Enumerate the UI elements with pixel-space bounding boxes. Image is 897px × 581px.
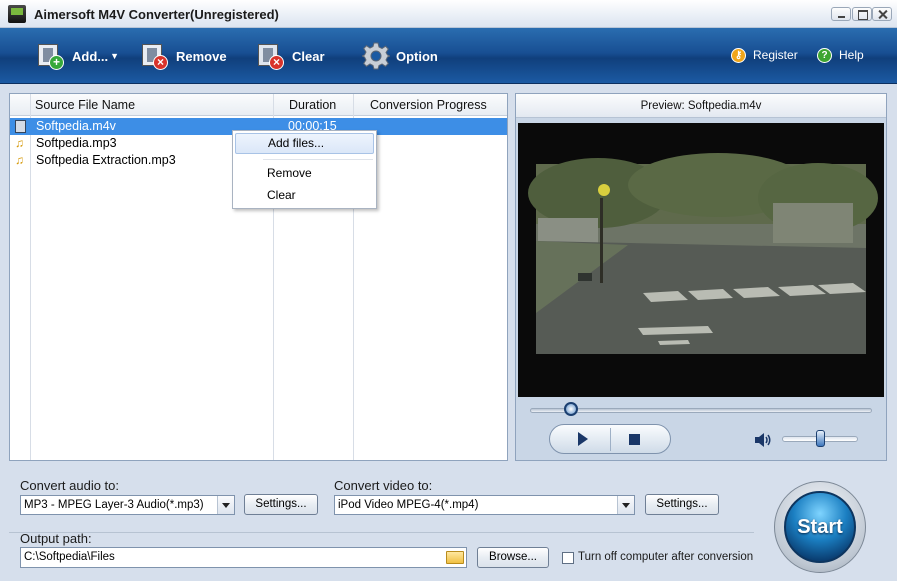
- maximize-button[interactable]: [852, 7, 872, 21]
- column-header-name[interactable]: Source File Name: [35, 98, 135, 112]
- conversion-settings: Convert audio to: MP3 - MPEG Layer-3 Aud…: [9, 469, 887, 575]
- option-button[interactable]: Option: [360, 40, 438, 72]
- minimize-button[interactable]: [831, 7, 851, 21]
- output-path-label: Output path:: [20, 531, 92, 546]
- help-label: Help: [839, 48, 864, 62]
- audio-file-icon: ♫: [15, 153, 24, 167]
- folder-icon[interactable]: [446, 551, 464, 564]
- column-header-progress[interactable]: Conversion Progress: [370, 98, 487, 112]
- remove-video-icon: ×: [140, 41, 170, 71]
- register-link[interactable]: ⚷ Register: [731, 46, 798, 64]
- playback-controls: [549, 424, 671, 454]
- volume-handle[interactable]: [816, 430, 825, 447]
- divider: [9, 532, 754, 533]
- audio-file-icon: ♫: [15, 136, 24, 150]
- seek-handle[interactable]: [564, 402, 579, 416]
- seek-slider[interactable]: [530, 408, 872, 413]
- file-list-header: Source File Name Duration Conversion Pro…: [10, 94, 507, 116]
- remove-button-label: Remove: [176, 48, 227, 64]
- volume-icon[interactable]: [754, 432, 772, 448]
- menu-separator: [263, 159, 373, 160]
- remove-button[interactable]: × Remove: [140, 40, 227, 72]
- register-label: Register: [753, 48, 798, 62]
- help-icon: ?: [817, 47, 832, 63]
- stop-icon[interactable]: [629, 434, 640, 445]
- menu-item-add-files[interactable]: Add files...: [235, 133, 374, 154]
- add-button-label: Add...: [72, 48, 109, 64]
- app-icon: [8, 5, 26, 23]
- video-format-value: iPod Video MPEG-4(*.mp4): [338, 499, 479, 511]
- shutdown-label: Turn off computer after conversion: [578, 551, 754, 563]
- file-name: Softpedia.m4v: [36, 119, 116, 133]
- file-name: Softpedia.mp3: [36, 136, 117, 150]
- clear-list-icon: ×: [256, 41, 286, 71]
- preview-title: Preview: Softpedia.m4v: [516, 94, 886, 118]
- gear-icon: [360, 41, 390, 71]
- video-format-select[interactable]: iPod Video MPEG-4(*.mp4): [334, 495, 635, 515]
- start-label: Start: [797, 516, 843, 538]
- file-name: Softpedia Extraction.mp3: [36, 153, 176, 167]
- option-button-label: Option: [396, 48, 438, 64]
- video-file-icon: [15, 120, 26, 133]
- output-path-field[interactable]: C:\Softpedia\Files: [20, 547, 467, 568]
- chevron-down-icon[interactable]: [217, 496, 234, 514]
- key-icon: ⚷: [731, 47, 746, 63]
- toolbar: + Add... ▼ × Remove × Clear Option ⚷ Reg…: [0, 28, 897, 84]
- add-video-icon: +: [36, 41, 66, 71]
- close-button[interactable]: [872, 7, 892, 21]
- video-settings-button[interactable]: Settings...: [645, 494, 719, 515]
- browse-button[interactable]: Browse...: [477, 547, 549, 568]
- window-title: Aimersoft M4V Converter(Unregistered): [34, 7, 279, 22]
- column-header-duration[interactable]: Duration: [289, 98, 336, 112]
- add-button[interactable]: + Add... ▼: [36, 40, 119, 72]
- audio-format-select[interactable]: MP3 - MPEG Layer-3 Audio(*.mp3): [20, 495, 235, 515]
- preview-panel: Preview: Softpedia.m4v: [515, 93, 887, 461]
- start-button[interactable]: Start: [774, 481, 866, 573]
- clear-button[interactable]: × Clear: [256, 40, 325, 72]
- help-link[interactable]: ? Help: [817, 46, 864, 64]
- play-icon[interactable]: [578, 432, 588, 446]
- clear-button-label: Clear: [292, 48, 325, 64]
- audio-settings-button[interactable]: Settings...: [244, 494, 318, 515]
- audio-format-value: MP3 - MPEG Layer-3 Audio(*.mp3): [24, 499, 204, 511]
- menu-item-remove[interactable]: Remove: [235, 163, 374, 184]
- shutdown-checkbox[interactable]: [562, 552, 574, 564]
- convert-video-label: Convert video to:: [334, 478, 433, 493]
- context-menu: Add files... Remove Clear: [232, 130, 377, 209]
- dropdown-arrow-icon: ▼: [110, 51, 120, 61]
- menu-item-clear[interactable]: Clear: [235, 185, 374, 206]
- title-bar: Aimersoft M4V Converter(Unregistered): [0, 0, 897, 28]
- chevron-down-icon[interactable]: [617, 496, 634, 514]
- video-preview: [518, 123, 884, 397]
- convert-audio-label: Convert audio to:: [20, 478, 120, 493]
- start-button-core: Start: [784, 491, 856, 563]
